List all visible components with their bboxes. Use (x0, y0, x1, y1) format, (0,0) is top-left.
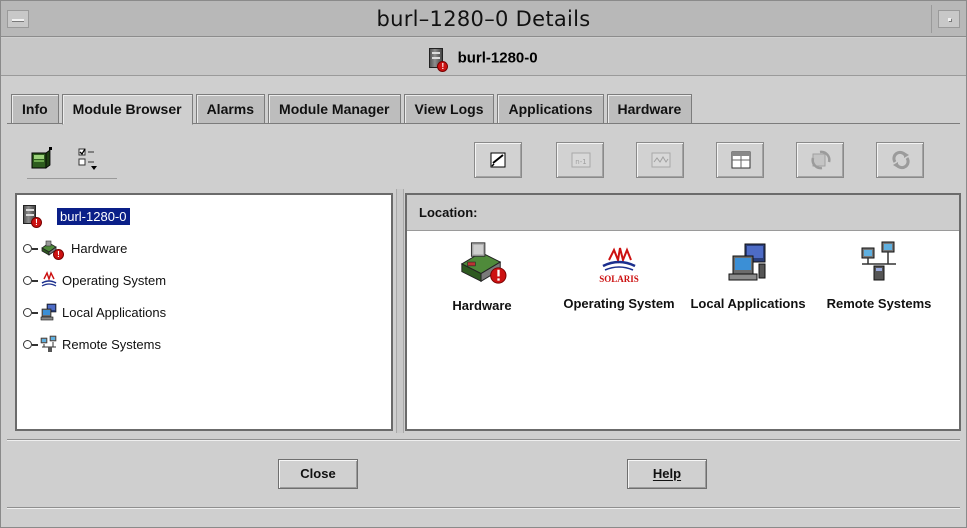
expand-toggle-icon[interactable] (23, 276, 38, 285)
location-label: Location: (407, 195, 959, 231)
graph-button[interactable]: n-1 (556, 142, 604, 178)
expand-toggle-icon[interactable] (23, 308, 38, 317)
solaris-brand-text: SOLARIS (599, 274, 639, 284)
tree-item-operating-system[interactable]: Operating System (23, 271, 363, 293)
help-button-label: Help (652, 466, 682, 481)
remote-systems-icon (861, 241, 896, 281)
expand-toggle-icon[interactable] (23, 244, 38, 253)
tree-item-remote-systems[interactable]: Remote Systems (23, 335, 363, 357)
alert-badge-icon: ! (53, 249, 64, 260)
refresh-button[interactable] (796, 142, 844, 178)
solaris-icon (41, 271, 57, 287)
graph-n1-icon: n-1 (571, 152, 591, 168)
reload-icon (892, 150, 910, 170)
alert-badge-icon: ! (31, 217, 42, 228)
tree-item-hardware[interactable]: ! Hardware (23, 239, 363, 261)
checklist-menu-icon[interactable] (77, 147, 101, 171)
local-applications-icon (728, 243, 766, 281)
location-item-local-applications[interactable]: Local Applications (683, 239, 813, 311)
reload-button[interactable] (876, 142, 924, 178)
edit-icon (490, 152, 506, 168)
module-tree-panel[interactable]: ! burl-1280-0 ! Hardware Operating Syste… (15, 193, 393, 431)
table-view-button[interactable] (716, 142, 764, 178)
tab-info[interactable]: Info (11, 94, 59, 123)
tab-applications[interactable]: Applications (497, 94, 604, 123)
remote-systems-icon (40, 335, 57, 352)
close-button-label: Close (300, 466, 336, 481)
location-item-hardware[interactable]: Hardware (439, 239, 525, 313)
tree-item-local-applications[interactable]: Local Applications (23, 303, 363, 325)
hardware-icon (460, 242, 507, 284)
location-item-label: Operating System (563, 296, 675, 311)
window-maximize-button[interactable] (938, 10, 960, 28)
location-item-label: Local Applications (690, 296, 806, 311)
tab-bar: Info Module Browser Alarms Module Manage… (11, 94, 695, 125)
title-divider (931, 5, 932, 33)
solaris-icon: SOLARIS (599, 247, 639, 284)
local-applications-icon (40, 303, 57, 321)
location-item-remote-systems[interactable]: Remote Systems (817, 239, 941, 311)
bottom-separator-2 (7, 507, 960, 509)
tab-module-browser[interactable]: Module Browser (61, 94, 193, 125)
tree-item-label: Operating System (62, 273, 167, 288)
tree-item-label: Hardware (71, 241, 128, 256)
location-item-label: Remote Systems (826, 296, 932, 311)
edit-button[interactable] (474, 142, 522, 178)
panel-splitter[interactable] (396, 189, 404, 433)
toolbar-left (27, 143, 117, 179)
server-alert-icon: ! (429, 48, 449, 72)
table-view-icon (731, 151, 751, 169)
bottom-separator (7, 439, 960, 441)
expand-toggle-icon[interactable] (23, 340, 38, 349)
help-button[interactable]: Help (627, 459, 707, 489)
close-button[interactable]: Close (278, 459, 358, 489)
tab-view-logs[interactable]: View Logs (403, 94, 495, 123)
svg-text:n-1: n-1 (575, 158, 586, 166)
title-bar[interactable]: burl–1280–0 Details (1, 1, 966, 37)
server-alert-icon: ! (23, 205, 42, 228)
location-item-operating-system[interactable]: SOLARIS Operating System (549, 239, 689, 311)
alert-badge-icon: ! (437, 61, 449, 72)
location-panel[interactable]: Location: Hardware SOLARIS Operating Sys… (405, 193, 961, 431)
tree-root-label: burl-1280-0 (57, 208, 130, 225)
module-tree-icon[interactable] (29, 147, 53, 171)
tab-module-manager[interactable]: Module Manager (268, 94, 401, 123)
tree-item-label: Remote Systems (62, 337, 161, 352)
graph-wave-icon (651, 152, 671, 168)
tab-alarms[interactable]: Alarms (195, 94, 266, 123)
tree-item-label: Local Applications (62, 305, 167, 320)
refresh-arrows-icon (811, 150, 831, 170)
location-item-label: Hardware (452, 298, 512, 313)
details-window: burl–1280–0 Details ! burl-1280-0 Info M… (0, 0, 967, 528)
host-header: ! burl-1280-0 (1, 38, 966, 76)
window-title: burl–1280–0 Details (376, 7, 591, 31)
graph-wave-button[interactable] (636, 142, 684, 178)
host-name: burl-1280-0 (457, 49, 538, 67)
tab-hardware[interactable]: Hardware (606, 94, 693, 123)
